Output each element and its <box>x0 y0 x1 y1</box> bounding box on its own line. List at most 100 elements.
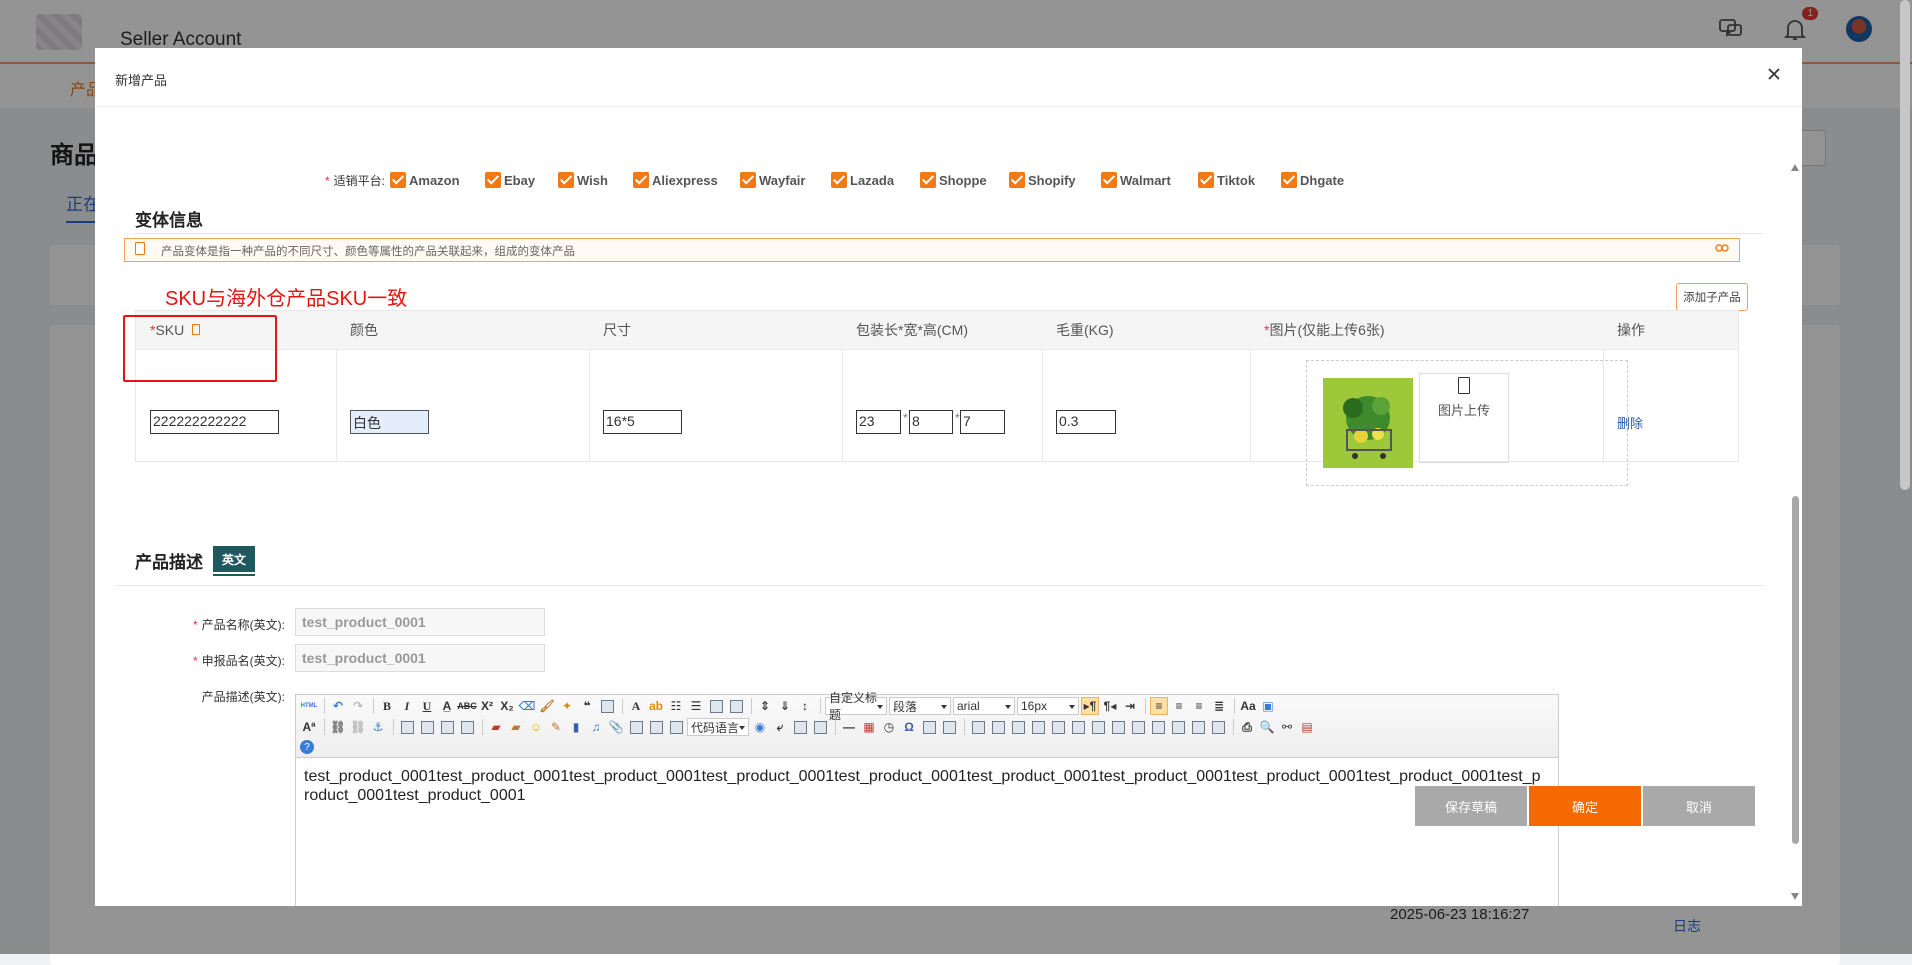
align-right-icon[interactable]: ≡ <box>1190 697 1208 715</box>
align-left-icon[interactable]: ≡ <box>1150 697 1168 715</box>
checkbox-icon[interactable] <box>1009 172 1025 188</box>
scroll-down-icon[interactable] <box>1791 893 1799 900</box>
page-scrollbar[interactable] <box>1900 0 1910 490</box>
split-cell-icon[interactable] <box>1169 718 1187 736</box>
lang-tab-english[interactable]: 英文 <box>213 546 255 572</box>
rtl-icon[interactable]: ¶◂ <box>1101 697 1119 715</box>
map-icon[interactable] <box>627 718 645 736</box>
checkbox-icon[interactable] <box>633 172 649 188</box>
delete-variant-link[interactable]: 删除 <box>1617 413 1643 432</box>
attachment-icon[interactable]: 📎 <box>607 718 625 736</box>
insert-col-icon[interactable] <box>1069 718 1087 736</box>
platform-walmart[interactable]: Walmart <box>1101 172 1171 188</box>
code-language-select[interactable]: 代码语言 <box>687 718 749 736</box>
insert-paragraph-before-table-icon[interactable] <box>1009 718 1027 736</box>
modal-scrollbar[interactable] <box>1788 108 1802 906</box>
insert-video-icon[interactable]: ▮ <box>567 718 585 736</box>
link-icon[interactable] <box>1715 242 1729 254</box>
bold-icon[interactable]: B <box>378 697 396 715</box>
checkbox-icon[interactable] <box>485 172 501 188</box>
weight-input[interactable]: 0.3 <box>1056 410 1116 434</box>
font-family-select[interactable]: arial <box>953 697 1015 715</box>
height-input[interactable]: 7 <box>960 410 1005 434</box>
merge-cells-icon[interactable] <box>1109 718 1127 736</box>
checkbox-icon[interactable] <box>831 172 847 188</box>
align-justify-icon[interactable]: ≣ <box>1210 697 1228 715</box>
scroll-up-icon[interactable] <box>1791 164 1799 171</box>
paragraph-select[interactable]: 段落 <box>889 697 951 715</box>
drafts-icon[interactable]: ▤ <box>1298 718 1316 736</box>
row-spacing-bottom-icon[interactable]: ⇓ <box>776 697 794 715</box>
subscript-icon[interactable]: X₂ <box>498 697 516 715</box>
delete-table-icon[interactable] <box>989 718 1007 736</box>
align-center-icon[interactable]: ≡ <box>1170 697 1188 715</box>
wordimage-icon[interactable] <box>920 718 938 736</box>
sku-input[interactable]: 222222222222 <box>150 410 279 434</box>
merge-down-icon[interactable] <box>1149 718 1167 736</box>
auto-format-icon[interactable]: ✦ <box>558 697 576 715</box>
emoji-icon[interactable]: ☺ <box>527 718 545 736</box>
line-height-icon[interactable]: ↕ <box>796 697 814 715</box>
editor-content[interactable]: test_product_0001test_product_0001test_p… <box>304 767 1544 805</box>
superscript-icon[interactable]: X² <box>478 697 496 715</box>
platform-tiktok[interactable]: Tiktok <box>1198 172 1255 188</box>
font-border-icon[interactable]: A̲ <box>438 697 456 715</box>
platform-shopify[interactable]: Shopify <box>1009 172 1076 188</box>
indent-icon[interactable]: ⇥ <box>1121 697 1139 715</box>
scrawl-icon[interactable]: ✎ <box>547 718 565 736</box>
split-rows-icon[interactable] <box>1189 718 1207 736</box>
strikethrough-icon[interactable]: ABC <box>457 697 477 715</box>
add-child-product-button[interactable]: 添加子产品 <box>1676 283 1748 311</box>
product-thumbnail[interactable] <box>1323 378 1413 468</box>
row-spacing-top-icon[interactable]: ⇕ <box>756 697 774 715</box>
platform-lazada[interactable]: Lazada <box>831 172 894 188</box>
date-icon[interactable]: ▦ <box>860 718 878 736</box>
image-upload-button[interactable]: 图片上传 <box>1419 373 1509 463</box>
blockquote-icon[interactable]: ❝ <box>578 697 596 715</box>
platform-dhgate[interactable]: Dhgate <box>1281 172 1344 188</box>
anchor-icon[interactable]: ⚓ <box>369 718 387 736</box>
ordered-list-icon[interactable]: ☷ <box>667 697 685 715</box>
product-name-input[interactable]: test_product_0001 <box>295 608 545 636</box>
format-brush-icon[interactable]: 🖌 <box>538 697 556 715</box>
web-app-icon[interactable]: ◉ <box>751 718 769 736</box>
delete-row-icon[interactable] <box>1049 718 1067 736</box>
image-none-icon[interactable] <box>398 718 416 736</box>
font-size-select[interactable]: 16px <box>1017 697 1079 715</box>
insert-image-icon[interactable]: ▰ <box>487 718 505 736</box>
horizontal-rule-icon[interactable]: — <box>840 718 858 736</box>
print-icon[interactable]: ⎙ <box>1238 718 1256 736</box>
font-color-icon[interactable]: A <box>627 697 645 715</box>
multi-image-icon[interactable]: ▰ <box>507 718 525 736</box>
redo-icon[interactable]: ↷ <box>349 697 367 715</box>
search-replace-icon[interactable] <box>940 718 958 736</box>
html-source-icon[interactable]: HTML <box>300 697 318 715</box>
eraser-icon[interactable]: ⌫ <box>518 697 536 715</box>
highlight-color-icon[interactable]: ab <box>647 697 665 715</box>
image-center-icon[interactable] <box>458 718 476 736</box>
color-input[interactable]: 白色 <box>350 410 429 434</box>
platform-wish[interactable]: Wish <box>558 172 608 188</box>
insert-frame-icon[interactable] <box>667 718 685 736</box>
platform-amazon[interactable]: Amazon <box>390 172 460 188</box>
gmap-icon[interactable] <box>647 718 665 736</box>
template-icon[interactable] <box>791 718 809 736</box>
unlink-icon[interactable]: ⛓ <box>349 718 367 736</box>
delete-col-icon[interactable] <box>1089 718 1107 736</box>
scroll-thumb[interactable] <box>1792 496 1799 844</box>
help-icon[interactable]: ? <box>300 740 314 754</box>
checkbox-icon[interactable] <box>1198 172 1214 188</box>
cancel-button[interactable]: 取消 <box>1643 786 1755 826</box>
confirm-button[interactable]: 确定 <box>1529 786 1641 826</box>
time-icon[interactable]: ◷ <box>880 718 898 736</box>
special-chars-icon[interactable]: Ω <box>900 718 918 736</box>
fullscreen-icon[interactable]: ▣ <box>1259 697 1277 715</box>
save-draft-button[interactable]: 保存草稿 <box>1415 786 1527 826</box>
insert-table-icon[interactable] <box>969 718 987 736</box>
length-input[interactable]: 23 <box>856 410 901 434</box>
width-input[interactable]: 8 <box>909 410 953 434</box>
undo-icon[interactable]: ↶ <box>329 697 347 715</box>
checkbox-icon[interactable] <box>740 172 756 188</box>
custom-title-select[interactable]: 自定义标题 <box>825 691 887 722</box>
checkbox-icon[interactable] <box>1281 172 1297 188</box>
